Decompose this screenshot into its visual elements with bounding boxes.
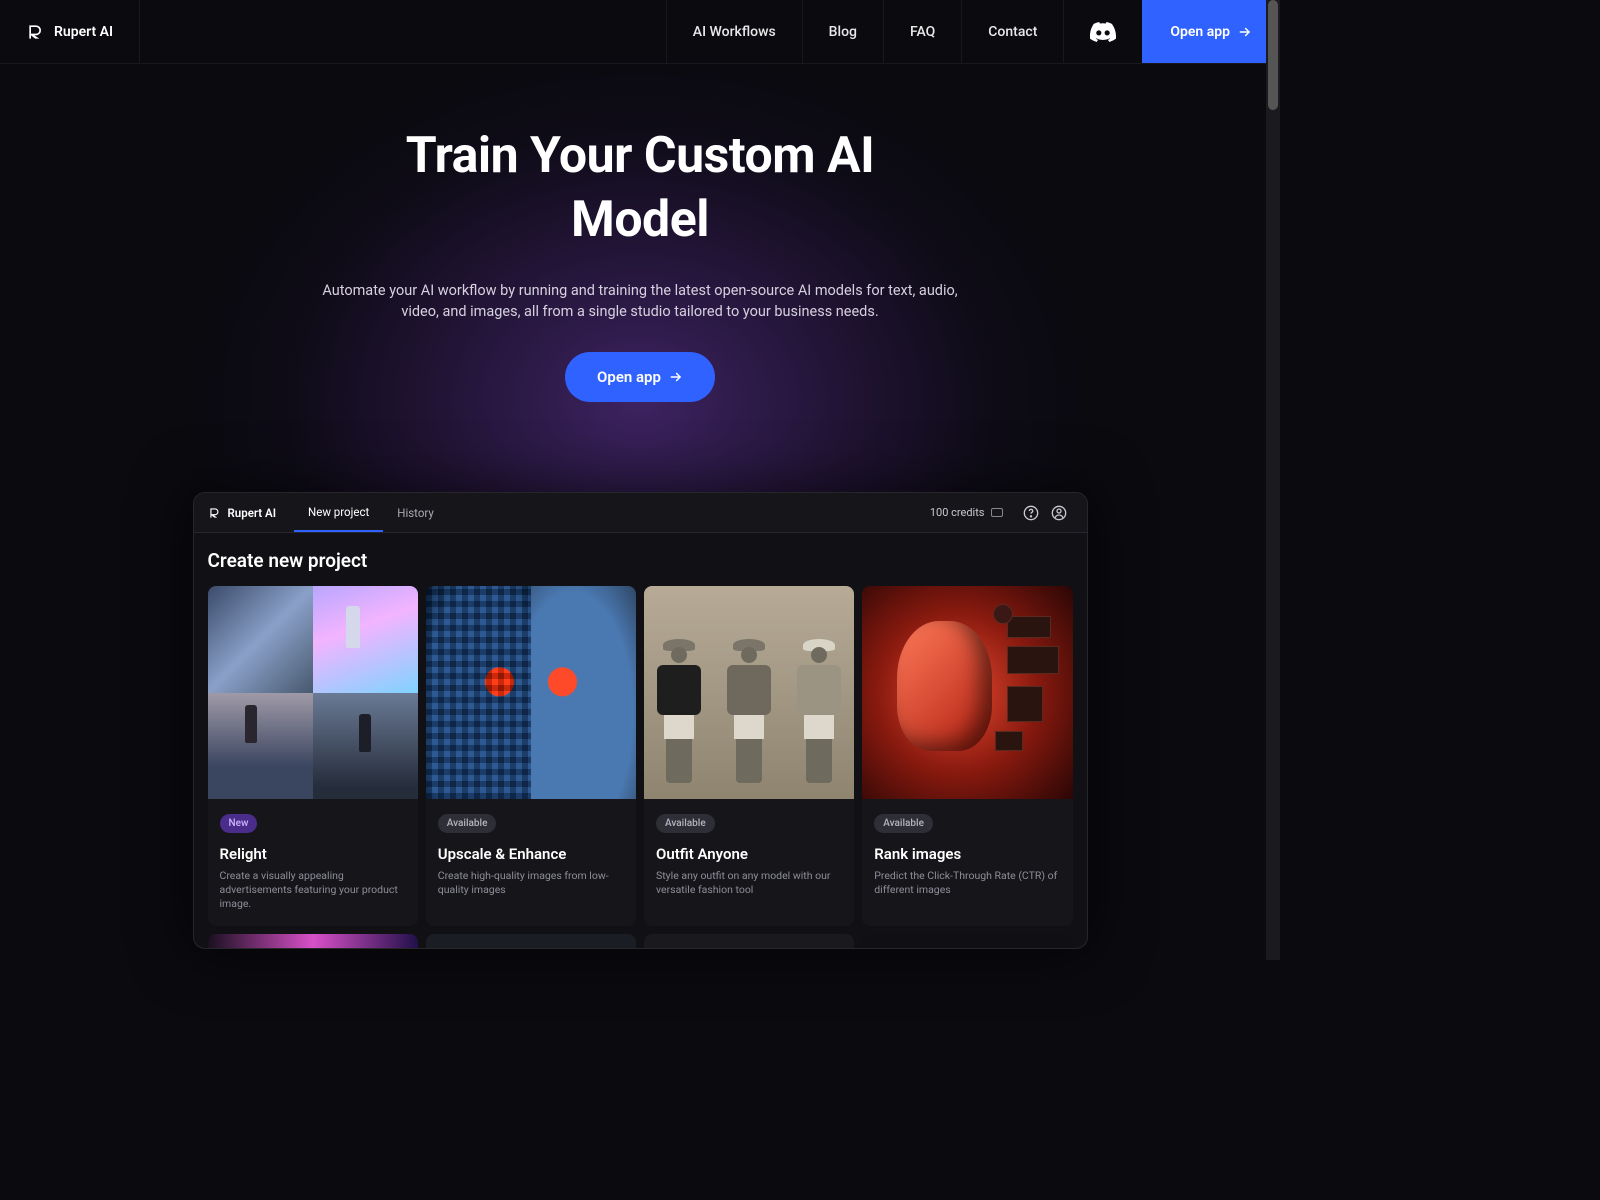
scrollbar-thumb[interactable]	[1268, 0, 1278, 110]
project-card-outfit[interactable]: Available Outfit Anyone Style any outfit…	[644, 586, 854, 926]
project-card-peek[interactable]	[426, 934, 636, 948]
nav-workflows[interactable]: AI Workflows	[666, 0, 802, 63]
app-brand-name: Rupert AI	[228, 506, 277, 520]
arrow-right-icon	[1238, 25, 1252, 39]
card-thumbnail	[644, 586, 854, 799]
app-preview-panel: Rupert AI New project History 100 credit…	[193, 492, 1088, 949]
nav-open-app-button[interactable]: Open app	[1142, 0, 1280, 63]
ticket-icon	[991, 508, 1003, 517]
tab-history[interactable]: History	[383, 493, 448, 532]
help-button[interactable]	[1017, 505, 1045, 521]
app-brand[interactable]: Rupert AI	[208, 506, 295, 520]
project-card-peek[interactable]	[208, 934, 418, 948]
card-title: Upscale & Enhance	[438, 845, 624, 863]
hero-title: Train Your Custom AI Model	[380, 124, 900, 252]
hero-open-app-button[interactable]: Open app	[565, 352, 715, 402]
credits-text: 100 credits	[930, 506, 985, 519]
card-description: Create a visually appealing advertisemen…	[220, 869, 406, 912]
nav-faq[interactable]: FAQ	[883, 0, 961, 63]
app-body: Create new project New Relight Create a …	[194, 533, 1087, 948]
project-card-peek[interactable]	[862, 934, 1072, 948]
card-thumbnail	[862, 586, 1072, 799]
project-card-upscale[interactable]: Available Upscale & Enhance Create high-…	[426, 586, 636, 926]
card-description: Create high-quality images from low-qual…	[438, 869, 624, 897]
tab-new-project[interactable]: New project	[294, 493, 383, 532]
status-badge: Available	[438, 814, 497, 833]
nav-contact[interactable]: Contact	[961, 0, 1063, 63]
card-thumbnail	[426, 586, 636, 799]
project-grid-row-2	[208, 934, 1073, 948]
card-title: Outfit Anyone	[656, 845, 842, 863]
arrow-right-icon	[669, 370, 683, 384]
hero-cta-label: Open app	[597, 368, 661, 386]
rupert-logo-icon	[208, 506, 222, 520]
status-badge: New	[220, 814, 258, 833]
account-button[interactable]	[1045, 505, 1073, 521]
credits-display[interactable]: 100 credits	[930, 506, 1017, 519]
discord-icon	[1090, 22, 1116, 42]
card-title: Rank images	[874, 845, 1060, 863]
project-card-rank[interactable]: Available Rank images Predict the Click-…	[862, 586, 1072, 926]
project-card-relight[interactable]: New Relight Create a visually appealing …	[208, 586, 418, 926]
project-card-peek[interactable]	[644, 934, 854, 948]
status-badge: Available	[656, 814, 715, 833]
brand-name: Rupert AI	[54, 24, 113, 40]
app-topbar: Rupert AI New project History 100 credit…	[194, 493, 1087, 533]
status-badge: Available	[874, 814, 933, 833]
project-grid: New Relight Create a visually appealing …	[208, 586, 1073, 926]
page-scrollbar[interactable]	[1266, 0, 1280, 960]
help-circle-icon	[1023, 505, 1039, 521]
rupert-logo-icon	[26, 22, 46, 42]
hero-section: Train Your Custom AI Model Automate your…	[0, 64, 1280, 402]
card-thumbnail	[208, 586, 418, 799]
hero-subtitle: Automate your AI workflow by running and…	[320, 280, 960, 322]
nav-spacer	[140, 0, 666, 63]
card-title: Relight	[220, 845, 406, 863]
card-description: Style any outfit on any model with our v…	[656, 869, 842, 897]
card-description: Predict the Click-Through Rate (CTR) of …	[874, 869, 1060, 897]
nav-discord[interactable]	[1063, 0, 1142, 63]
site-header: Rupert AI AI Workflows Blog FAQ Contact …	[0, 0, 1280, 64]
user-circle-icon	[1051, 505, 1067, 521]
nav-blog[interactable]: Blog	[802, 0, 883, 63]
brand-link[interactable]: Rupert AI	[0, 0, 140, 63]
nav-open-app-label: Open app	[1170, 24, 1230, 40]
page-heading: Create new project	[208, 549, 1073, 572]
